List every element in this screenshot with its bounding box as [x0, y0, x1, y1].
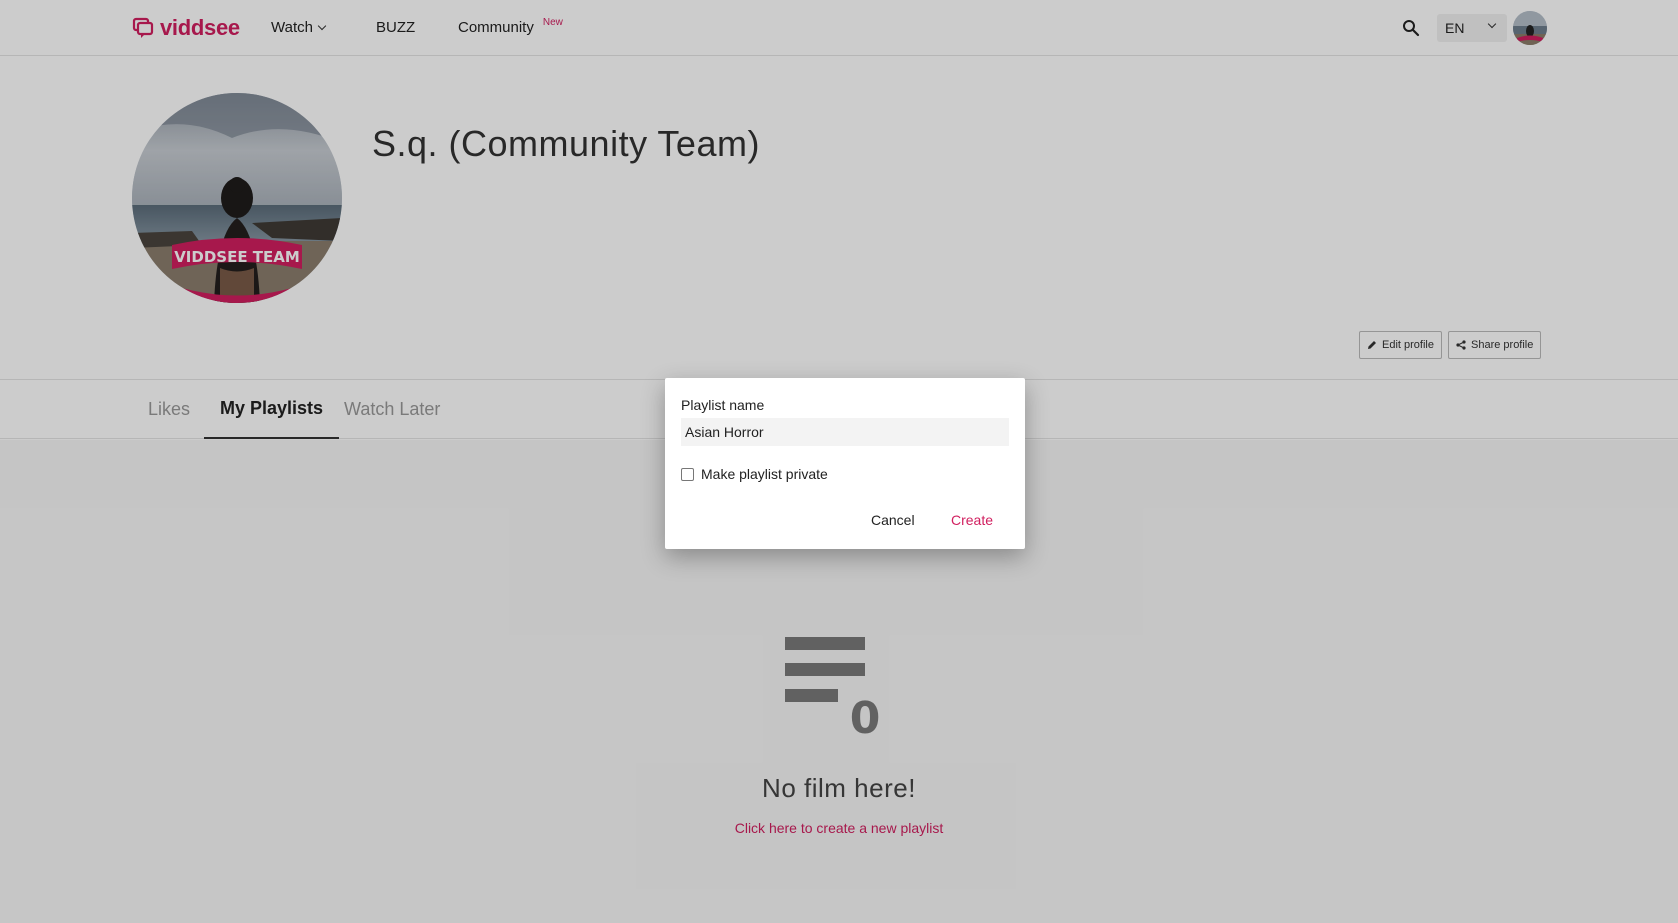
private-label: Make playlist private — [701, 466, 828, 482]
playlist-name-label: Playlist name — [681, 397, 765, 413]
playlist-name-input[interactable] — [681, 418, 1009, 446]
profile-page: viddsee Watch BUZZ Community New EN VIDD… — [0, 0, 1678, 923]
create-playlist-dialog: Playlist name Make playlist private Canc… — [665, 378, 1025, 549]
create-button[interactable]: Create — [951, 506, 993, 534]
private-checkbox[interactable] — [681, 467, 694, 481]
private-toggle[interactable]: Make playlist private — [681, 466, 828, 482]
cancel-button[interactable]: Cancel — [871, 506, 915, 534]
